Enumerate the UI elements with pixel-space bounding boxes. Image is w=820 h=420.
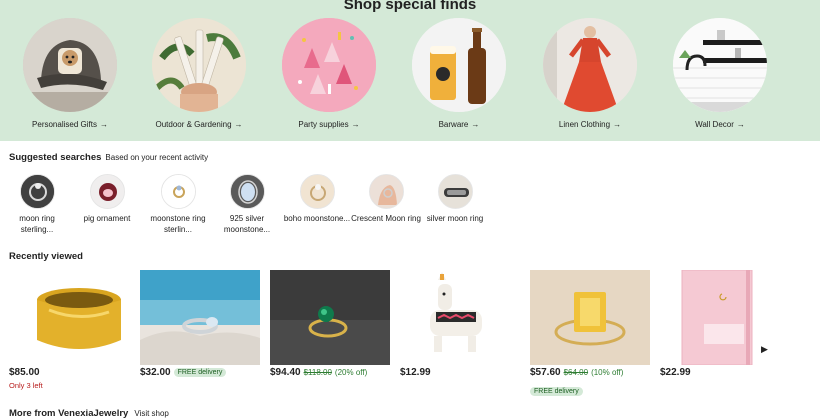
suggestion-label[interactable]: boho moonstone... xyxy=(282,213,352,224)
category-label[interactable]: Wall Decor → xyxy=(655,120,785,129)
more-from-shop-header: More from VenexiaJewelry Visit shop xyxy=(9,408,169,419)
plant-image[interactable] xyxy=(152,18,246,112)
category-barware[interactable]: Barware → xyxy=(394,18,524,129)
suggestion-label[interactable]: moon ring sterling... xyxy=(2,213,72,235)
suggested-searches-title: Suggested searches xyxy=(9,152,102,163)
listing-card[interactable]: $12.99 xyxy=(400,270,520,378)
suggested-searches-header: Suggested searches Based on your recent a… xyxy=(9,152,208,163)
beer-image[interactable] xyxy=(412,18,506,112)
category-linen-clothing[interactable]: Linen Clothing → xyxy=(525,18,655,129)
original-price: $64.00 xyxy=(563,368,589,377)
suggestion-label[interactable]: Crescent Moon ring xyxy=(351,213,421,224)
suggestion-label[interactable]: silver moon ring xyxy=(420,213,490,224)
price-line: $12.99 xyxy=(400,367,520,378)
listing-price: $12.99 xyxy=(400,367,431,378)
category-label[interactable]: Outdoor & Gardening → xyxy=(134,120,264,129)
carousel-next-icon[interactable]: ▶ xyxy=(761,344,768,355)
listing-card[interactable]: $32.00 FREE delivery xyxy=(140,270,260,378)
recently-viewed-title: Recently viewed xyxy=(9,251,83,262)
suggestion-thumbnail[interactable] xyxy=(437,174,473,209)
suggested-search-item[interactable]: Crescent Moon ring xyxy=(351,174,421,224)
listing-image[interactable] xyxy=(140,270,260,365)
arrow-right-icon: → xyxy=(613,120,622,129)
cap-image[interactable] xyxy=(23,18,117,112)
stock-warning: Only 3 left xyxy=(9,381,43,390)
listing-card[interactable]: $22.99 xyxy=(660,270,780,378)
party-image[interactable] xyxy=(282,18,376,112)
category-label[interactable]: Barware → xyxy=(394,120,524,129)
suggestion-thumbnail[interactable] xyxy=(368,174,404,209)
category-party-supplies[interactable]: Party supplies → xyxy=(264,18,394,129)
category-personalised-gifts[interactable]: Personalised Gifts → xyxy=(5,18,135,129)
arrow-right-icon: → xyxy=(234,120,243,129)
category-label[interactable]: Linen Clothing → xyxy=(525,120,655,129)
arrow-right-icon: → xyxy=(736,120,745,129)
suggested-search-item[interactable]: boho moonstone... xyxy=(282,174,352,224)
price-line: $94.40 $118.00 (20% off) xyxy=(270,367,390,378)
suggestion-thumbnail[interactable] xyxy=(89,174,125,209)
category-outdoor-gardening[interactable]: Outdoor & Gardening → xyxy=(134,18,264,129)
special-finds-title: Shop special finds xyxy=(343,0,477,13)
listing-price: $22.99 xyxy=(660,367,691,378)
suggestion-thumbnail[interactable] xyxy=(19,174,55,209)
suggested-search-item[interactable]: pig ornament xyxy=(72,174,142,224)
listing-image[interactable] xyxy=(270,270,390,365)
discount-label: (20% off) xyxy=(334,368,368,377)
arrow-right-icon: → xyxy=(99,120,108,129)
suggestion-thumbnail[interactable] xyxy=(229,174,265,209)
price-line: $32.00 FREE delivery xyxy=(140,367,260,378)
listing-image[interactable] xyxy=(9,270,129,365)
listing-card[interactable]: $94.40 $118.00 (20% off) xyxy=(270,270,390,378)
arrow-right-icon: → xyxy=(471,120,480,129)
price-line: $57.60 $64.00 (10% off) xyxy=(530,367,650,378)
suggested-searches-subtitle: Based on your recent activity xyxy=(105,153,209,162)
category-wall-decor[interactable]: Wall Decor → xyxy=(655,18,785,129)
suggestion-thumbnail[interactable] xyxy=(299,174,335,209)
listing-card[interactable]: $57.60 $64.00 (10% off) FREE delivery xyxy=(530,270,650,398)
free-delivery-badge: FREE delivery xyxy=(530,387,583,396)
kitchen-image[interactable] xyxy=(673,18,767,112)
price-line: $22.99 xyxy=(660,367,780,378)
suggested-search-item[interactable]: silver moon ring xyxy=(420,174,490,224)
category-label[interactable]: Party supplies → xyxy=(264,120,394,129)
suggested-search-item[interactable]: 925 silver moonstone... xyxy=(212,174,282,235)
more-from-shop-title: More from VenexiaJewelry xyxy=(9,408,129,419)
price-line: $85.00 xyxy=(9,367,129,378)
dress-image[interactable] xyxy=(543,18,637,112)
listing-image[interactable] xyxy=(530,270,650,365)
listing-price: $85.00 xyxy=(9,367,40,378)
listing-price: $32.00 xyxy=(140,367,171,378)
listing-price: $57.60 xyxy=(530,367,561,378)
discount-label: (10% off) xyxy=(591,368,624,377)
arrow-right-icon: → xyxy=(351,120,360,129)
visit-shop-link[interactable]: Visit shop xyxy=(134,409,169,418)
suggestion-label[interactable]: moonstone ring sterlin... xyxy=(143,213,213,235)
suggested-search-item[interactable]: moon ring sterling... xyxy=(2,174,72,235)
suggestion-thumbnail[interactable] xyxy=(160,174,196,209)
listing-card[interactable]: $85.00 Only 3 left xyxy=(9,270,129,390)
category-label[interactable]: Personalised Gifts → xyxy=(5,120,135,129)
suggestion-label[interactable]: pig ornament xyxy=(72,213,142,224)
special-finds-section: Shop special finds Personalised Gifts→ xyxy=(0,0,820,141)
suggested-search-item[interactable]: moonstone ring sterlin... xyxy=(143,174,213,235)
listing-price: $94.40 xyxy=(270,367,301,378)
suggestion-label[interactable]: 925 silver moonstone... xyxy=(212,213,282,235)
listing-image[interactable] xyxy=(400,270,520,365)
original-price: $118.00 xyxy=(303,368,332,377)
free-delivery-badge: FREE delivery xyxy=(173,368,227,377)
